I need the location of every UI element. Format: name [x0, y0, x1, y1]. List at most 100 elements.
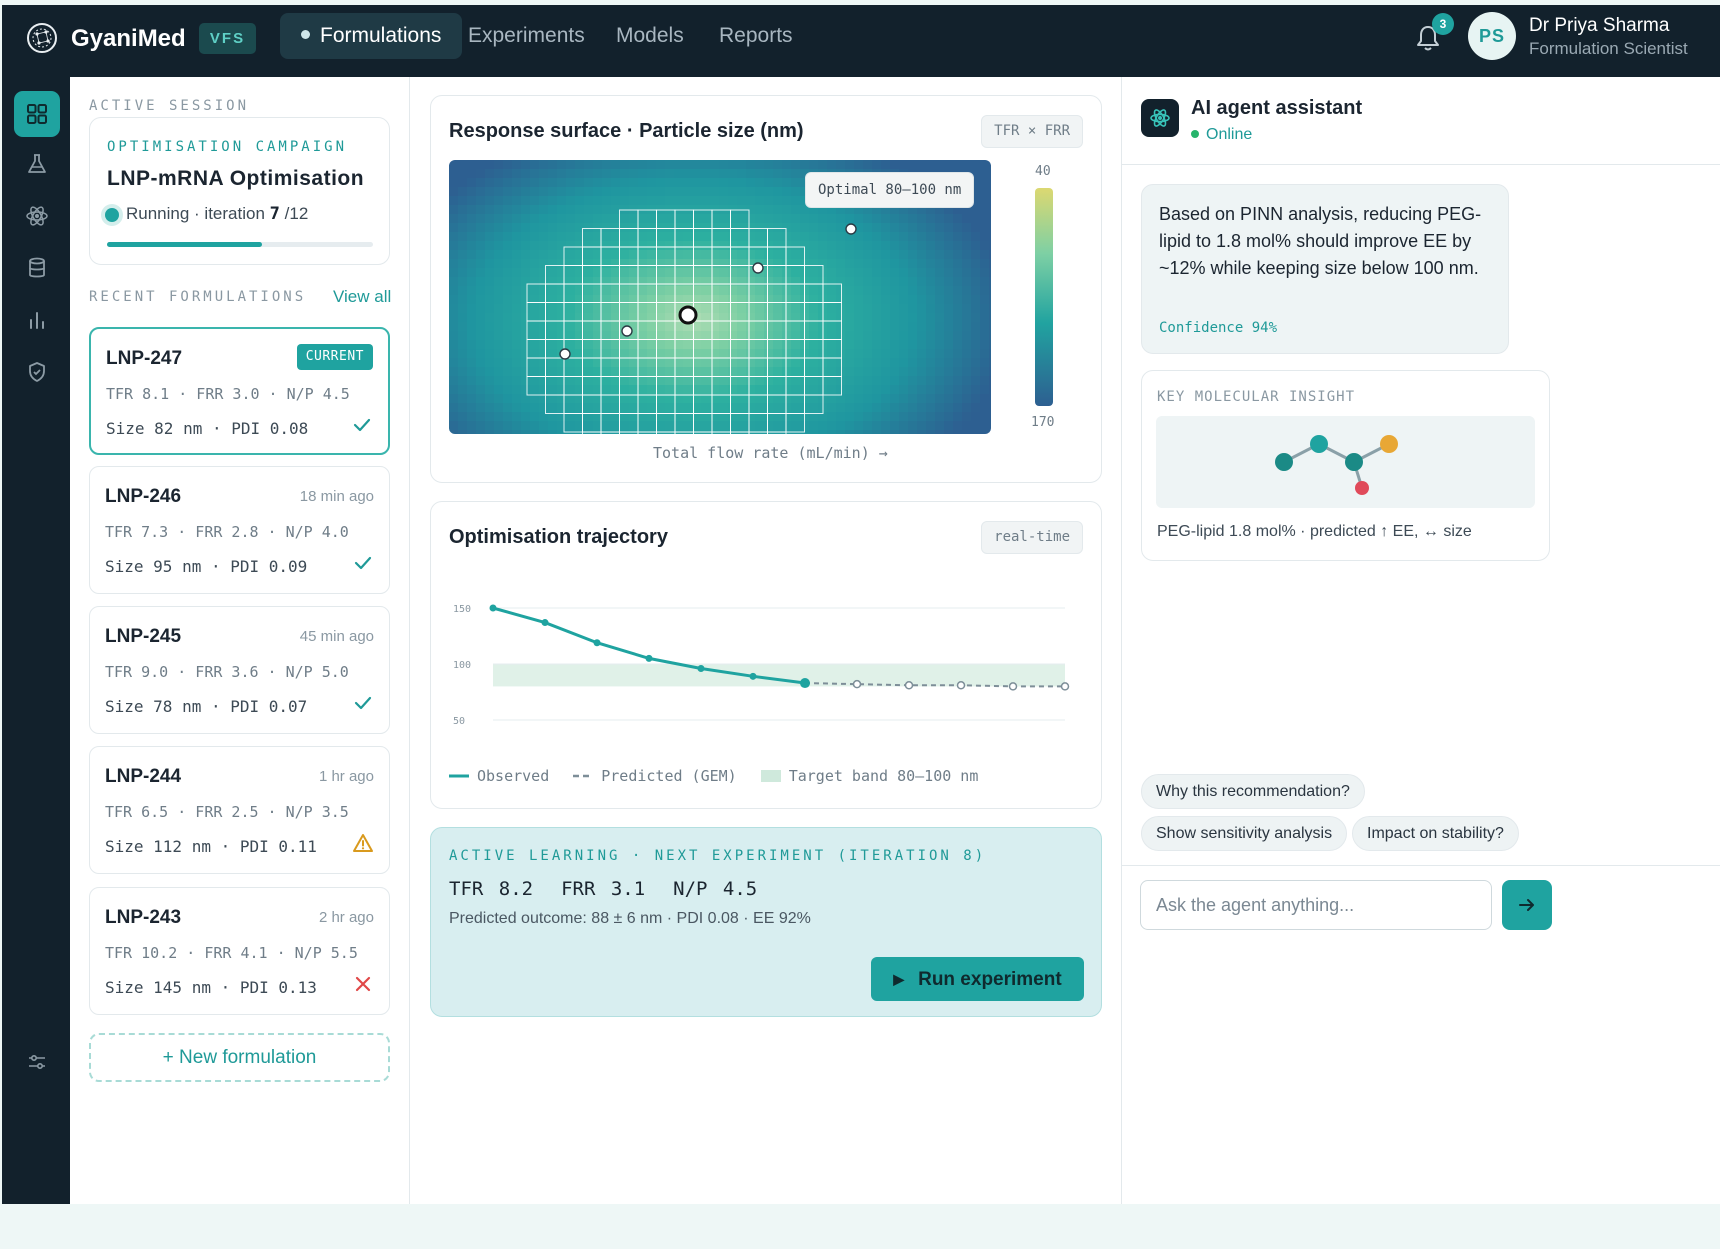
realtime-chip[interactable]: real-time: [981, 521, 1083, 554]
suggestion-why[interactable]: Why this recommendation?: [1141, 774, 1365, 809]
predicted-point[interactable]: [956, 681, 966, 690]
run-experiment-label: Run experiment: [918, 969, 1062, 990]
suggestion-stability[interactable]: Impact on stability?: [1352, 816, 1519, 851]
error-x-icon: [355, 976, 371, 992]
rail-reports-button[interactable]: [14, 297, 60, 343]
formulation-name: LNP-246: [105, 486, 182, 507]
iteration-total: /12: [284, 204, 309, 223]
avatar[interactable]: PS: [1468, 12, 1516, 60]
nav-label: Reports: [719, 24, 793, 47]
predicted-point[interactable]: [904, 681, 914, 690]
agent-status: Online: [1191, 126, 1252, 144]
formulation-card[interactable]: LNP-247 CURRENT TFR 8.1 · FRR 3.0 · N/P 4.…: [89, 327, 390, 455]
nav-formulations[interactable]: Formulations: [280, 13, 463, 59]
divider: [1122, 164, 1720, 165]
next-experiment-label: ACTIVE LEARNING · NEXT EXPERIMENT (ITERA…: [449, 848, 987, 864]
trajectory-chart[interactable]: 150 100 50: [449, 582, 1089, 762]
observed-point[interactable]: [697, 664, 705, 672]
observed-point[interactable]: [800, 678, 810, 689]
nav-reports[interactable]: Reports: [698, 13, 814, 59]
app-badge: VFS: [199, 23, 256, 54]
predicted-point[interactable]: [852, 679, 862, 689]
rail-models-button[interactable]: [14, 193, 60, 239]
app-window: GyaniMed VFS Formulations Experiments Mo…: [2, 5, 1720, 1204]
observed-point[interactable]: [593, 639, 601, 647]
arrow-right-icon: [1519, 899, 1534, 911]
rail-data-button[interactable]: [14, 245, 60, 291]
top-bar: GyaniMed VFS Formulations Experiments Mo…: [2, 5, 1720, 77]
target-band: [493, 664, 1065, 687]
sample-point[interactable]: [559, 348, 571, 360]
observed-point[interactable]: [645, 654, 653, 662]
formulation-size: Size 112 nm · PDI 0.11: [105, 837, 317, 856]
molecular-insight-card: KEY MOLECULAR INSIGHT PEG-lipid 1.8 mol%…: [1141, 370, 1550, 561]
insight-text: PEG-lipid 1.8 mol% · predicted ↑ EE, ↔ s…: [1157, 523, 1472, 540]
formulation-time: 45 min ago: [299, 628, 374, 645]
formulation-card[interactable]: LNP-245 45 min ago TFR 9.0 · FRR 3.6 · N/P…: [89, 606, 390, 734]
formulation-card[interactable]: LNP-244 1 hr ago TFR 6.5 · FRR 2.5 · N/P 3…: [89, 746, 390, 874]
observed-point[interactable]: [749, 672, 757, 680]
optimal-point[interactable]: [678, 305, 698, 325]
observed-point[interactable]: [541, 619, 549, 627]
rail-compliance-button[interactable]: [14, 349, 60, 395]
recent-formulations-label: RECENT FORMULATIONS: [89, 289, 307, 305]
shield-check-icon: [29, 362, 45, 382]
rail-dashboard-button[interactable]: [14, 91, 60, 137]
insight-label: KEY MOLECULAR INSIGHT: [1157, 389, 1356, 405]
divider: [1122, 865, 1720, 866]
sample-point[interactable]: [752, 262, 764, 274]
check-icon: [353, 418, 371, 432]
molecule-icon: [1275, 435, 1398, 495]
suggestion-sensitivity[interactable]: Show sensitivity analysis: [1141, 816, 1348, 851]
formulation-params: TFR 10.2 · FRR 4.1 · N/P 5.5: [105, 944, 358, 962]
nav-models[interactable]: Models: [595, 13, 705, 59]
sample-point[interactable]: [621, 325, 633, 337]
trajectory-title: Optimisation trajectory: [449, 526, 668, 548]
nav-experiments[interactable]: Experiments: [447, 13, 606, 59]
session-card[interactable]: OPTIMISATION CAMPAIGN LNP-mRNA Optimisat…: [89, 117, 390, 265]
predicted-point[interactable]: [1060, 682, 1070, 691]
predicted-point[interactable]: [1008, 682, 1018, 691]
formulation-name: LNP-247: [106, 348, 183, 369]
formulation-params: TFR 9.0 · FRR 3.6 · N/P 5.0: [105, 663, 349, 681]
formulation-size: Size 95 nm · PDI 0.09: [105, 557, 308, 576]
agent-avatar: [1141, 99, 1179, 137]
user-role: Formulation Scientist: [1529, 39, 1688, 58]
rail-settings-button[interactable]: [14, 1039, 60, 1085]
send-button[interactable]: [1502, 880, 1552, 930]
formulation-time: 18 min ago: [299, 488, 374, 505]
view-all-link[interactable]: View all: [333, 287, 391, 307]
new-formulation-button[interactable]: + New formulation: [89, 1033, 390, 1082]
next-tfr: TFR 8.2: [449, 878, 534, 900]
run-status: Running · iteration 7 /12: [126, 204, 308, 224]
legend-predicted-swatch: [573, 774, 594, 778]
check-icon: [354, 556, 372, 570]
formulation-card[interactable]: LNP-246 18 min ago TFR 7.3 · FRR 2.8 · N/P…: [89, 466, 390, 594]
formulation-name: LNP-244: [105, 766, 182, 787]
nav-label: Formulations: [320, 24, 442, 47]
user-name: Dr Priya Sharma: [1529, 15, 1670, 36]
next-np: N/P 4.5: [673, 878, 758, 900]
rail-experiments-button[interactable]: [14, 141, 60, 187]
next-experiment-params: TFR 8.2 FRR 3.1 N/P 4.5: [449, 878, 785, 900]
molecule-diagram: [1156, 416, 1535, 508]
formulation-name: LNP-245: [105, 626, 182, 647]
trajectory-card: Optimisation trajectory real-time 150 100…: [430, 501, 1102, 809]
agent-chat-input[interactable]: [1140, 880, 1492, 930]
observed-point[interactable]: [489, 604, 497, 612]
run-experiment-button[interactable]: ▶ Run experiment: [871, 957, 1084, 1001]
agent-panel: AI agent assistant Online Based on PINN …: [1121, 77, 1720, 1204]
bar-chart-icon: [30, 312, 44, 329]
formulation-card[interactable]: LNP-243 2 hr ago TFR 10.2 · FRR 4.1 · N/P …: [89, 887, 390, 1015]
warning-icon: [353, 834, 373, 852]
play-icon: ▶: [893, 971, 905, 987]
sliders-icon: [29, 1055, 45, 1070]
legend-observed-label: Observed: [477, 767, 550, 785]
icon-rail: [2, 77, 70, 1204]
axes-chip[interactable]: TFR × FRR: [981, 115, 1083, 148]
sample-point[interactable]: [845, 223, 857, 235]
atom-icon: [26, 206, 48, 226]
check-icon: [354, 696, 372, 710]
heatmap[interactable]: Optimal 80–100 nm: [449, 160, 991, 434]
nav-label: Experiments: [468, 24, 585, 47]
